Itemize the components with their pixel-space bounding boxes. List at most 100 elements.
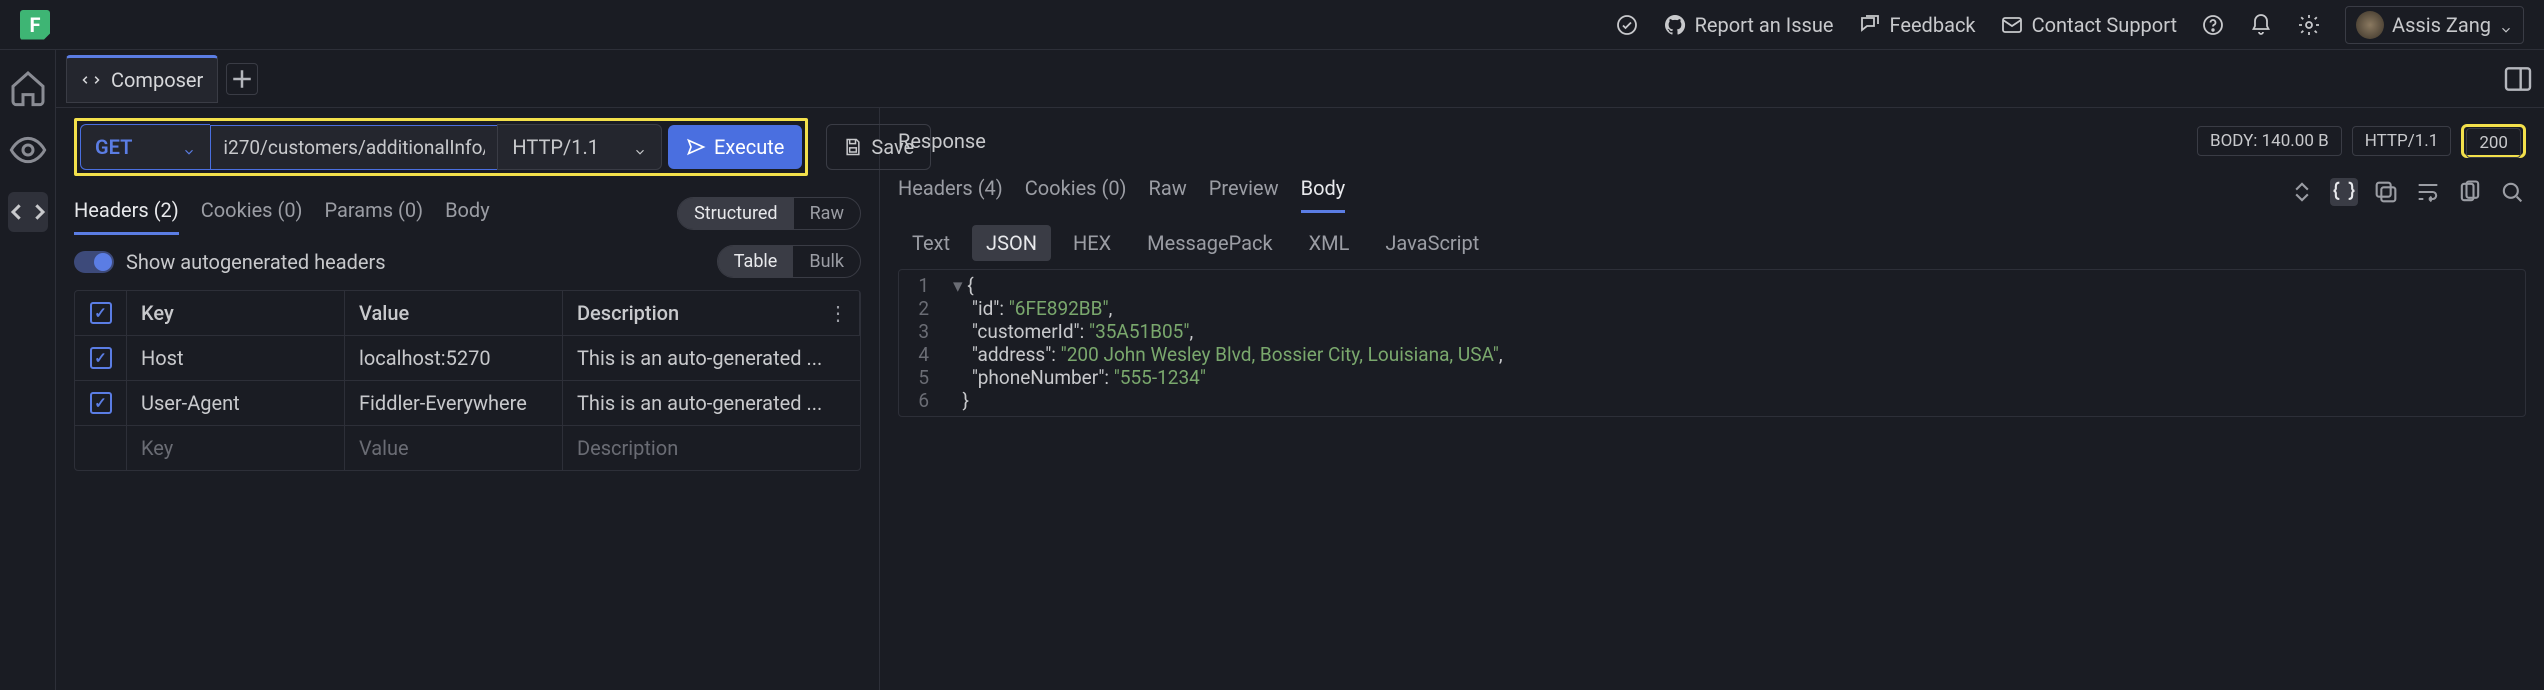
check-all[interactable]: [90, 302, 112, 324]
tab-params[interactable]: Params (0): [325, 192, 424, 235]
panel-layout-button[interactable]: [2502, 63, 2534, 95]
check-circle-icon[interactable]: [1615, 13, 1639, 37]
cell-desc[interactable]: This is an auto-generated ...: [563, 381, 860, 425]
url-input[interactable]: [210, 125, 498, 170]
tab-strip: Composer: [56, 50, 2544, 108]
tab-composer-label: Composer: [111, 68, 203, 92]
fmt-text[interactable]: Text: [898, 225, 964, 261]
autogen-toggle[interactable]: [74, 251, 114, 273]
placeholder-desc[interactable]: Description: [563, 426, 860, 470]
main-area: Composer GET HTTP/1.1: [0, 50, 2544, 690]
tab-body[interactable]: Body: [445, 192, 490, 235]
top-bar: F Report an Issue Feedback Contact Suppo…: [0, 0, 2544, 50]
resp-tab-headers[interactable]: Headers (4): [898, 170, 1003, 213]
table-mode-segment: Table Bulk: [717, 245, 861, 278]
placeholder-value[interactable]: Value: [345, 426, 563, 470]
json-customer-id: "35A51B05": [1089, 320, 1190, 343]
tab-composer[interactable]: Composer: [66, 55, 218, 103]
placeholder-key[interactable]: Key: [127, 426, 345, 470]
wrap-icon[interactable]: [2414, 178, 2442, 206]
response-pane: Response BODY: 140.00 B HTTP/1.1 200 Hea…: [880, 108, 2544, 690]
request-pane: GET HTTP/1.1 Execute: [56, 108, 880, 690]
execute-button[interactable]: Execute: [668, 125, 802, 169]
resp-tab-preview[interactable]: Preview: [1209, 170, 1279, 213]
work-area: Composer GET HTTP/1.1: [56, 50, 2544, 690]
col-description: Description: [563, 291, 860, 335]
chevron-down-icon: [2499, 18, 2513, 32]
autogen-row: Show autogenerated headers Table Bulk: [56, 235, 861, 290]
response-tabs: Headers (4) Cookies (0) Raw Preview Body: [880, 170, 2544, 213]
rail-watch-button[interactable]: [8, 130, 48, 170]
resp-tab-body[interactable]: Body: [1301, 170, 1346, 213]
gear-icon[interactable]: [2297, 13, 2321, 37]
contact-support-link[interactable]: Contact Support: [2000, 13, 2177, 37]
body-size-pill: BODY: 140.00 B: [2197, 126, 2342, 156]
fmt-json[interactable]: JSON: [972, 225, 1051, 261]
avatar: [2356, 11, 2384, 39]
protocol-selector[interactable]: HTTP/1.1: [497, 124, 662, 170]
copy-icon[interactable]: [2372, 178, 2400, 206]
user-menu[interactable]: Assis Zang: [2345, 6, 2524, 44]
split-panes: GET HTTP/1.1 Execute: [56, 108, 2544, 690]
cell-value[interactable]: Fiddler-Everywhere: [345, 381, 563, 425]
collapse-icon[interactable]: [2288, 178, 2316, 206]
fmt-msgpack[interactable]: MessagePack: [1133, 225, 1286, 261]
status-pill: 200: [2466, 128, 2521, 158]
help-icon[interactable]: [2201, 13, 2225, 37]
resp-tab-cookies[interactable]: Cookies (0): [1025, 170, 1127, 213]
cell-value[interactable]: localhost:5270: [345, 336, 563, 380]
rail-home-button[interactable]: [8, 68, 48, 108]
response-header: Response BODY: 140.00 B HTTP/1.1 200: [880, 108, 2544, 170]
swap-icon: [81, 70, 101, 90]
bell-icon[interactable]: [2249, 13, 2273, 37]
fmt-js[interactable]: JavaScript: [1371, 225, 1493, 261]
fmt-hex[interactable]: HEX: [1059, 225, 1125, 261]
method-selector[interactable]: GET: [80, 124, 210, 170]
row-check[interactable]: [90, 347, 112, 369]
search-icon[interactable]: [2498, 178, 2526, 206]
save-icon: [843, 137, 863, 157]
response-title: Response: [898, 129, 986, 153]
chevron-down-icon: [633, 140, 647, 154]
resp-tab-raw[interactable]: Raw: [1149, 170, 1187, 213]
tab-cookies[interactable]: Cookies (0): [201, 192, 303, 235]
protocol-value: HTTP/1.1: [512, 135, 599, 159]
view-mode-segment: Structured Raw: [677, 197, 861, 230]
report-issue-link[interactable]: Report an Issue: [1663, 13, 1834, 37]
seg-structured[interactable]: Structured: [678, 198, 793, 229]
mail-icon: [2000, 13, 2024, 37]
seg-raw[interactable]: Raw: [794, 198, 860, 229]
table-row-new[interactable]: Key Value Description: [75, 426, 860, 470]
braces-icon[interactable]: [2330, 178, 2358, 206]
side-rail: [0, 50, 56, 690]
tab-add-button[interactable]: [226, 63, 258, 95]
row-check[interactable]: [90, 392, 112, 414]
table-more-icon[interactable]: ⋮: [828, 301, 848, 325]
feedback-label: Feedback: [1890, 13, 1976, 37]
json-address: "200 John Wesley Blvd, Bossier City, Lou…: [1061, 343, 1499, 366]
json-id: "6FE892BB": [1009, 297, 1109, 320]
feedback-link[interactable]: Feedback: [1858, 13, 1976, 37]
chat-icon: [1858, 13, 1882, 37]
chevron-down-icon: [182, 140, 196, 154]
github-icon: [1663, 13, 1687, 37]
request-line-highlight: GET HTTP/1.1 Execute: [74, 118, 808, 176]
headers-table-head: Key Value Description ⋮: [75, 291, 860, 336]
seg-bulk[interactable]: Bulk: [793, 246, 860, 277]
user-name: Assis Zang: [2392, 13, 2491, 37]
json-viewer[interactable]: 1▾ { 2 "id": "6FE892BB", 3 "customerId":…: [898, 269, 2526, 417]
contact-support-label: Contact Support: [2032, 13, 2177, 37]
seg-table[interactable]: Table: [718, 246, 794, 277]
method-value: GET: [95, 135, 132, 159]
format-tabs: Text JSON HEX MessagePack XML JavaScript: [880, 213, 2544, 269]
cell-key[interactable]: Host: [127, 336, 345, 380]
col-key: Key: [127, 291, 345, 335]
table-row: Host localhost:5270 This is an auto-gene…: [75, 336, 860, 381]
cell-key[interactable]: User-Agent: [127, 381, 345, 425]
cell-desc[interactable]: This is an auto-generated ...: [563, 336, 860, 380]
rail-composer-button[interactable]: [8, 192, 48, 232]
app-logo: F: [20, 10, 50, 40]
fmt-xml[interactable]: XML: [1295, 225, 1364, 261]
copy2-icon[interactable]: [2456, 178, 2484, 206]
tab-headers[interactable]: Headers (2): [74, 192, 179, 235]
